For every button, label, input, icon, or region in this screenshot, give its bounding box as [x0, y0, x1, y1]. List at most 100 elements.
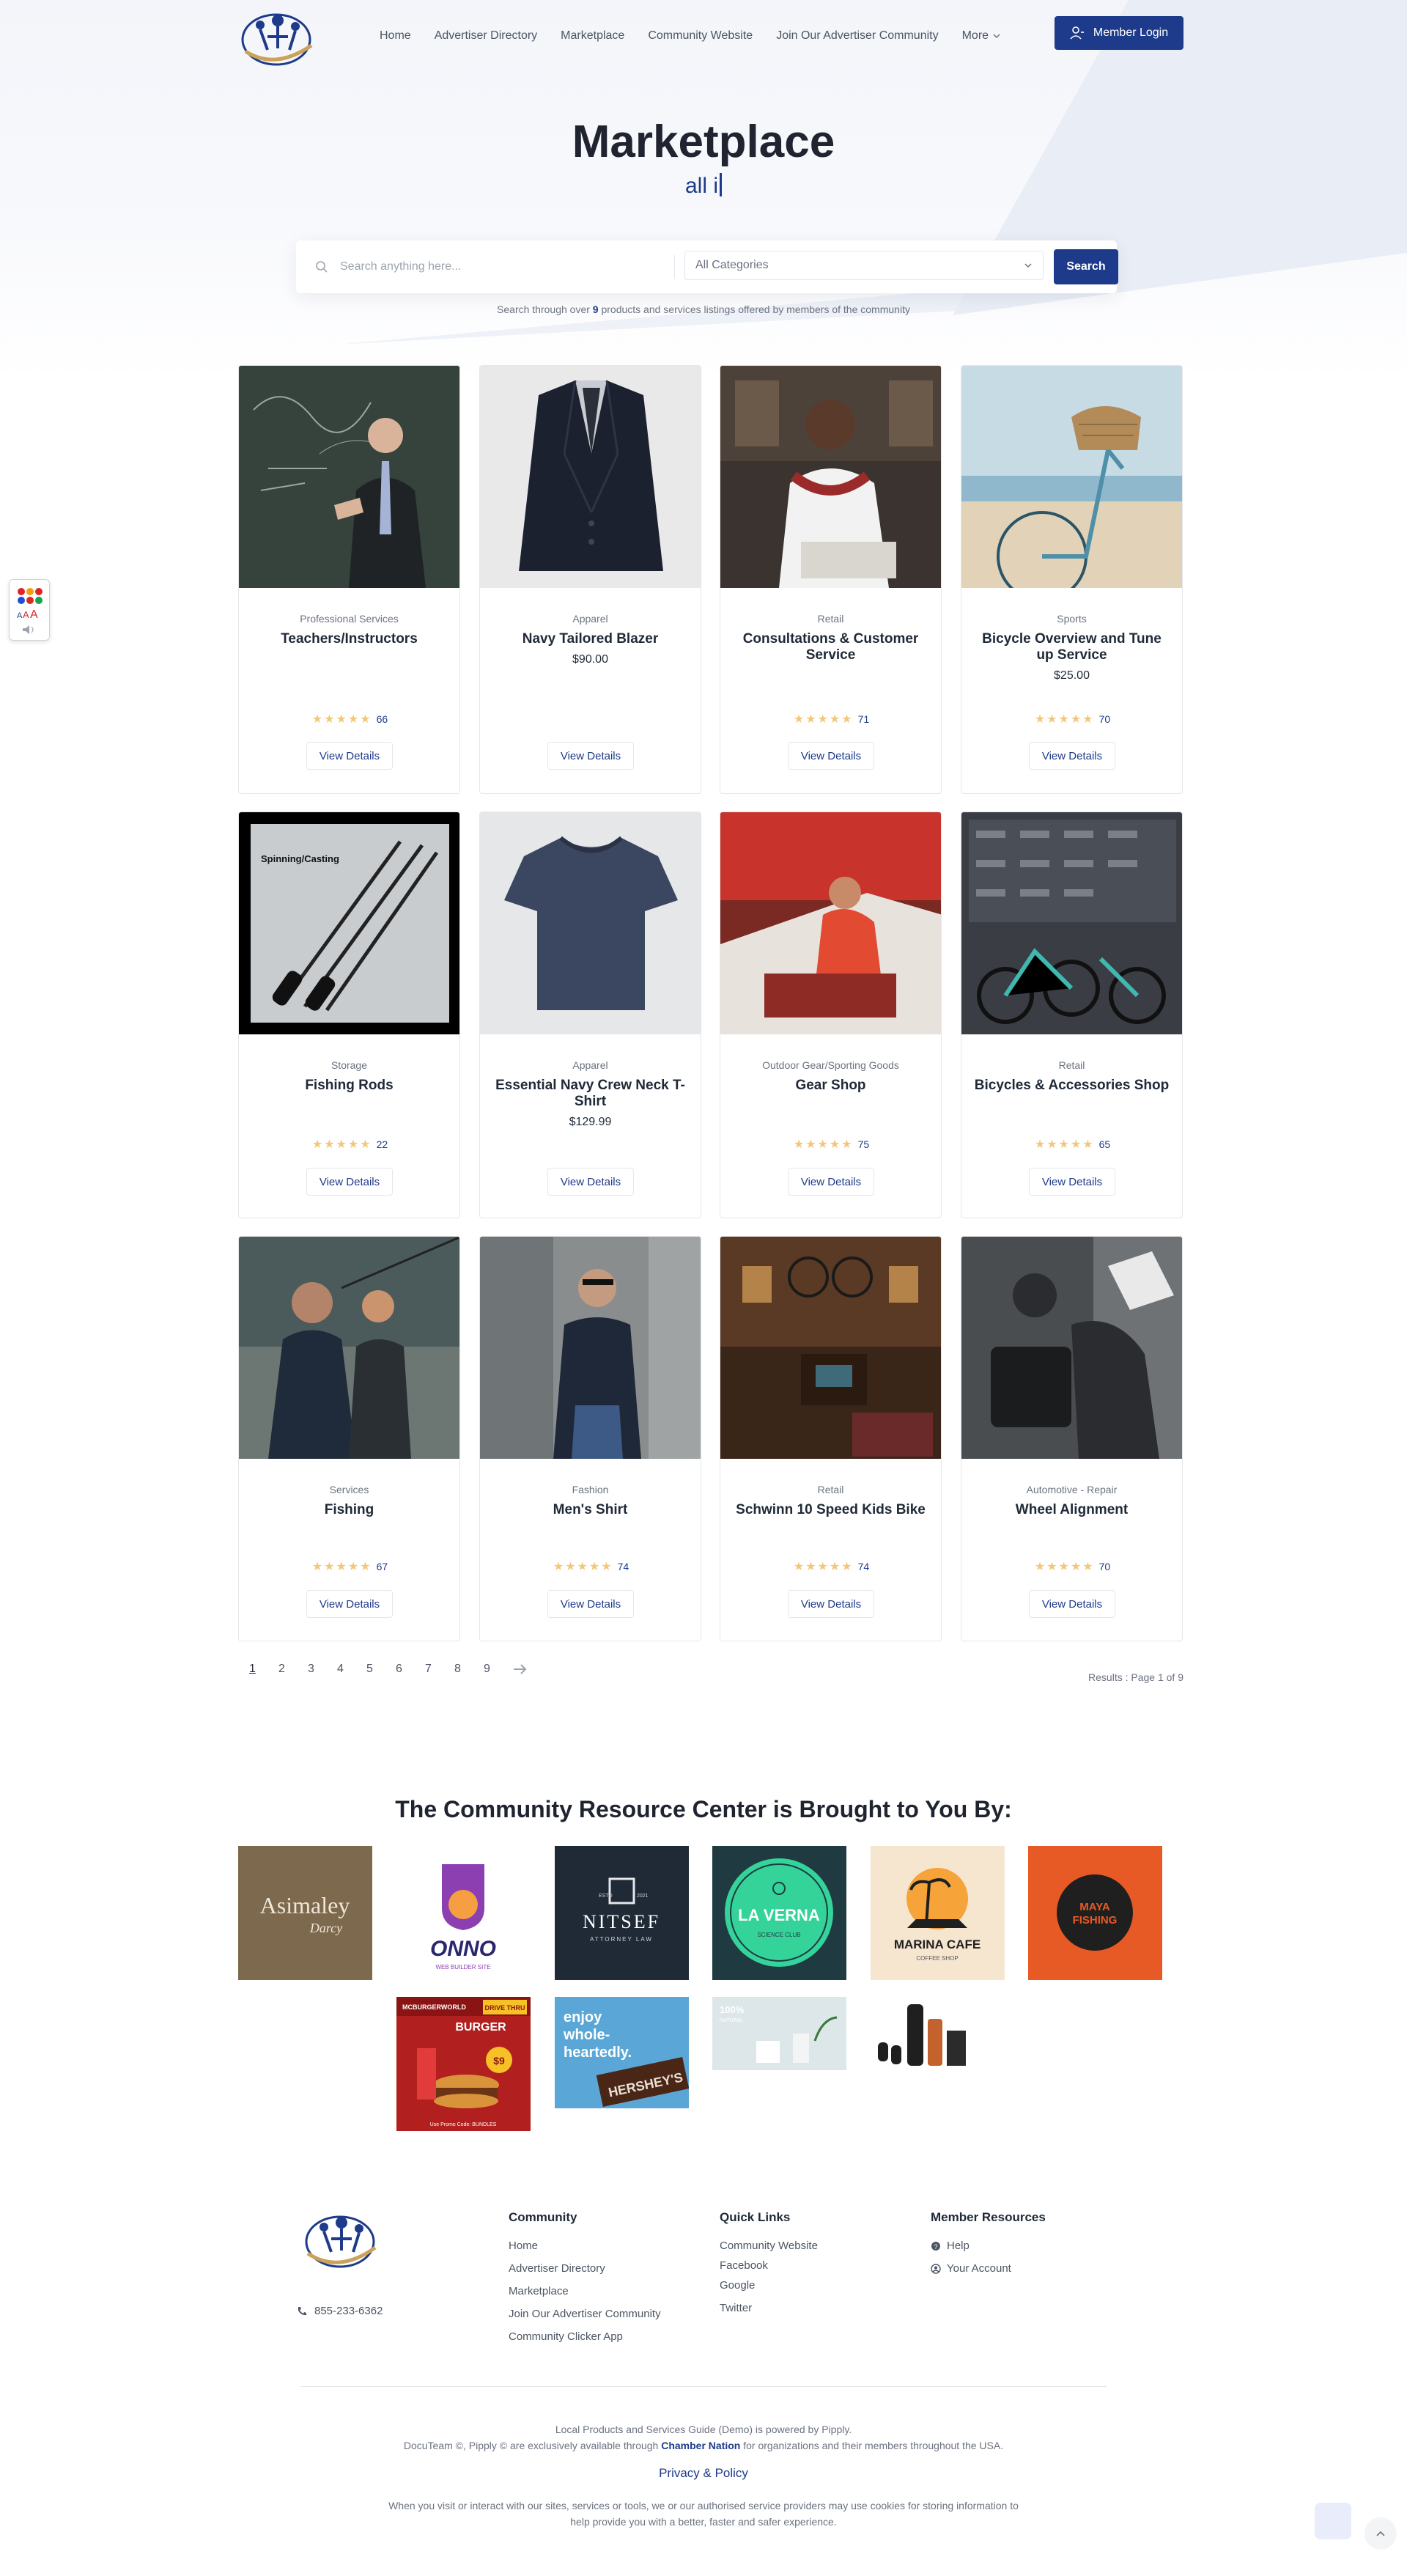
product-card[interactable]: Spinning/Casting Storage Fishing Rods ★ ★…: [238, 812, 460, 1218]
product-card[interactable]: Retail Consultations & Customer Service …: [720, 365, 942, 794]
rating-count[interactable]: 22: [377, 1138, 388, 1150]
rating-count[interactable]: 71: [858, 713, 870, 725]
nav-join-community[interactable]: Join Our Advertiser Community: [776, 29, 938, 43]
view-details-button[interactable]: View Details: [306, 742, 393, 770]
accessibility-widget[interactable]: A A A: [9, 579, 50, 641]
product-title[interactable]: Wheel Alignment: [973, 1502, 1170, 1518]
footer-link-twitter[interactable]: Twitter: [720, 2302, 818, 2314]
product-card-body: Storage Fishing Rods: [239, 1059, 459, 1094]
product-card[interactable]: Retail Bicycles & Accessories Shop ★ ★ ★ ★ ★…: [961, 812, 1183, 1218]
product-title[interactable]: Fishing: [251, 1502, 448, 1518]
view-details-button[interactable]: View Details: [547, 1168, 634, 1196]
page-link-9[interactable]: 9: [484, 1663, 513, 1676]
rating-count[interactable]: 74: [858, 1561, 870, 1572]
product-card[interactable]: Apparel Essential Navy Crew Neck T-Shirt…: [479, 812, 701, 1218]
view-details-button[interactable]: View Details: [1029, 1168, 1115, 1196]
rating-count[interactable]: 65: [1099, 1138, 1111, 1150]
rating-count[interactable]: 75: [858, 1138, 870, 1150]
sponsor-logo-asimaley[interactable]: Asimaley Darcy: [238, 1846, 372, 1980]
view-details-button[interactable]: View Details: [788, 1590, 874, 1618]
product-title[interactable]: Schwinn 10 Speed Kids Bike: [732, 1502, 929, 1518]
product-card-body: Retail Bicycles & Accessories Shop: [961, 1059, 1182, 1094]
product-title[interactable]: Navy Tailored Blazer: [492, 631, 689, 647]
page-link-4[interactable]: 4: [337, 1663, 366, 1676]
sponsor-ad-products[interactable]: [871, 1997, 1005, 2131]
product-card[interactable]: Services Fishing ★ ★ ★ ★ ★ 67 View Details: [238, 1236, 460, 1641]
site-logo[interactable]: [238, 6, 319, 69]
product-title[interactable]: Men's Shirt: [492, 1502, 689, 1518]
product-card[interactable]: Outdoor Gear/Sporting Goods Gear Shop ★ ★…: [720, 812, 942, 1218]
product-title[interactable]: Bicycle Overview and Tune up Service: [973, 631, 1170, 663]
footer-link-community-website[interactable]: Community Website: [720, 2240, 818, 2252]
product-card[interactable]: Professional Services Teachers/Instructo…: [238, 365, 460, 794]
page-link-1[interactable]: 1: [249, 1663, 278, 1676]
footer-link-home[interactable]: Home: [509, 2240, 661, 2252]
footer-cookies-line-2: help provide you with a better, faster a…: [570, 2516, 837, 2528]
sponsor-logo-nitsef[interactable]: ESTD 2021 NITSEF ATTORNEY LAW: [555, 1846, 689, 1980]
footer-link-your-account[interactable]: Your Account: [931, 2262, 1046, 2275]
product-title[interactable]: Teachers/Instructors: [251, 631, 448, 647]
privacy-policy-link[interactable]: Privacy & Policy: [0, 2466, 1407, 2481]
product-title[interactable]: Fishing Rods: [251, 1078, 448, 1094]
nav-marketplace[interactable]: Marketplace: [561, 29, 624, 43]
rating-count[interactable]: 74: [618, 1561, 629, 1572]
sponsor-logo-la-verna[interactable]: LA VERNA SCIENCE CLUB: [712, 1846, 846, 1980]
product-card[interactable]: Retail Schwinn 10 Speed Kids Bike ★ ★ ★ ★ ★ …: [720, 1236, 942, 1641]
footer-link-help[interactable]: ? Help: [931, 2240, 1046, 2252]
view-details-button[interactable]: View Details: [788, 1168, 874, 1196]
footer-link-clicker-app[interactable]: Community Clicker App: [509, 2330, 661, 2343]
product-title[interactable]: Consultations & Customer Service: [732, 631, 929, 663]
footer-logo[interactable]: [300, 2207, 381, 2273]
category-select[interactable]: All Categories: [684, 251, 1044, 280]
member-login-button[interactable]: Member Login: [1055, 16, 1183, 50]
page-link-5[interactable]: 5: [366, 1663, 396, 1676]
product-title[interactable]: Gear Shop: [732, 1078, 929, 1094]
page-link-3[interactable]: 3: [308, 1663, 337, 1676]
nav-home[interactable]: Home: [380, 29, 411, 43]
footer-link-marketplace[interactable]: Marketplace: [509, 2285, 661, 2297]
view-details-button[interactable]: View Details: [547, 1590, 634, 1618]
scroll-to-top-button[interactable]: [1364, 2517, 1397, 2550]
product-card[interactable]: Automotive - Repair Wheel Alignment ★ ★ ★ ★…: [961, 1236, 1183, 1641]
view-details-button[interactable]: View Details: [788, 742, 874, 770]
view-details-button[interactable]: View Details: [1029, 1590, 1115, 1618]
sponsor-ad-burger[interactable]: MCBURGERWORLD DRIVE THRU BURGER $9 Use P…: [396, 1997, 531, 2131]
product-title[interactable]: Bicycles & Accessories Shop: [973, 1078, 1170, 1094]
page-link-2[interactable]: 2: [278, 1663, 308, 1676]
search-input[interactable]: [340, 260, 662, 273]
footer-phone[interactable]: 855-233-6362: [297, 2305, 383, 2317]
product-card[interactable]: Apparel Navy Tailored Blazer $90.00 View…: [479, 365, 701, 794]
view-details-button[interactable]: View Details: [1029, 742, 1115, 770]
page-link-7[interactable]: 7: [425, 1663, 454, 1676]
nav-advertiser-directory[interactable]: Advertiser Directory: [435, 29, 537, 43]
star-icon: ★: [805, 1138, 816, 1151]
chat-widget-button[interactable]: [1315, 2503, 1351, 2539]
product-title[interactable]: Essential Navy Crew Neck T-Shirt: [492, 1078, 689, 1110]
view-details-button[interactable]: View Details: [547, 742, 634, 770]
rating-count[interactable]: 70: [1099, 713, 1111, 725]
nav-community-website[interactable]: Community Website: [648, 29, 753, 43]
chamber-nation-link[interactable]: Chamber Nation: [661, 2440, 740, 2451]
product-card[interactable]: Fashion Men's Shirt ★ ★ ★ ★ ★ 74 View Detail…: [479, 1236, 701, 1641]
search-button[interactable]: Search: [1054, 249, 1118, 284]
next-page-arrow-icon[interactable]: [513, 1664, 528, 1674]
sponsor-ad-hersheys[interactable]: enjoy whole- heartedly. HERSHEY'S: [555, 1997, 689, 2131]
footer-link-advertiser-directory[interactable]: Advertiser Directory: [509, 2262, 661, 2275]
sponsor-ad-natural[interactable]: 100% NATURAL: [712, 1997, 846, 2131]
page-link-8[interactable]: 8: [454, 1663, 484, 1676]
nav-more-dropdown[interactable]: More: [962, 29, 1000, 43]
sponsor-logo-onno[interactable]: ONNO WEB BUILDER SITE: [396, 1846, 531, 1980]
footer-link-google[interactable]: Google: [720, 2279, 818, 2292]
sponsor-logo-maya-fishing[interactable]: MAYA FISHING: [1028, 1846, 1162, 1980]
rating-count[interactable]: 66: [377, 713, 388, 725]
footer-link-facebook[interactable]: Facebook: [720, 2259, 818, 2272]
sponsor-logo-marina-cafe[interactable]: MARINA CAFE COFFEE SHOP: [871, 1846, 1005, 1980]
view-details-button[interactable]: View Details: [306, 1168, 393, 1196]
rating-count[interactable]: 67: [377, 1561, 388, 1572]
svg-text:COFFEE SHOP: COFFEE SHOP: [916, 1955, 958, 1962]
footer-link-join-community[interactable]: Join Our Advertiser Community: [509, 2308, 661, 2320]
product-card[interactable]: Sports Bicycle Overview and Tune up Serv…: [961, 365, 1183, 794]
page-link-6[interactable]: 6: [396, 1663, 425, 1676]
rating-count[interactable]: 70: [1099, 1561, 1111, 1572]
view-details-button[interactable]: View Details: [306, 1590, 393, 1618]
